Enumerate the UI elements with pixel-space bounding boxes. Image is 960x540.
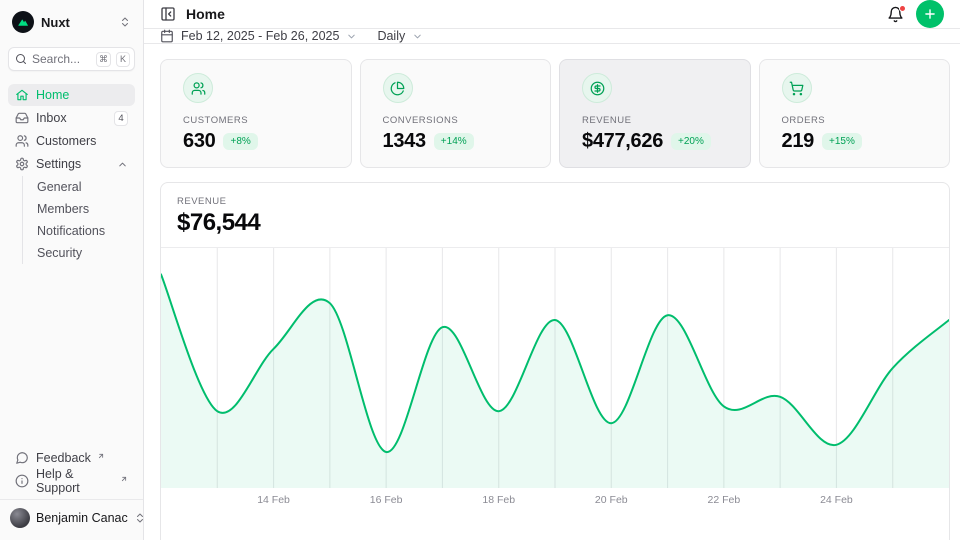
sidebar-item-label: Inbox [36,111,67,125]
date-range-label: Feb 12, 2025 - Feb 26, 2025 [181,29,339,43]
stat-card-conversions[interactable]: CONVERSIONS 1343 +14% [360,59,552,168]
stat-delta-badge: +15% [822,133,862,150]
stat-value-row: 1343 +14% [383,130,537,153]
search-input[interactable]: Search... ⌘ K [8,47,135,71]
x-axis-tick: 22 Feb [707,494,740,506]
x-axis-tick: 16 Feb [370,494,403,506]
interval-select[interactable]: Daily [377,29,423,43]
search-icon [15,53,27,65]
user-name: Benjamin Canac [36,511,128,525]
stat-delta-badge: +14% [434,133,474,150]
stat-label: REVENUE [582,115,736,126]
info-circle-icon [15,474,29,488]
sidebar-item-customers[interactable]: Customers [8,130,135,152]
stat-value: 1343 [383,130,426,153]
sidebar-subitem-security[interactable]: Security [37,242,135,264]
sidebar-subitem-notifications[interactable]: Notifications [37,220,135,242]
chevron-down-icon [346,31,357,42]
chart-title: REVENUE [177,196,933,207]
panel-left-close-icon[interactable] [160,6,176,22]
team-switcher[interactable]: Nuxt [8,8,135,36]
sidebar-nav: Home Inbox 4 Customers Settings GeneralMember… [8,84,135,264]
sidebar-item-settings[interactable]: Settings [8,153,135,175]
notification-dot [899,5,906,12]
filters-toolbar: Feb 12, 2025 - Feb 26, 2025 Daily [144,29,960,44]
chart-header: REVENUE $76,544 [161,183,949,248]
main-area: Home Feb 12, 2025 - Feb 26, 2025 [144,0,960,540]
settings-submenu: GeneralMembersNotificationsSecurity [22,176,135,264]
home-icon [15,88,29,102]
message-bubble-icon [15,451,29,465]
sidebar-item-label: Customers [36,134,96,148]
inbox-count-badge: 4 [114,111,128,126]
sidebar-item-label: Help & Support [36,467,114,495]
revenue-chart-panel: REVENUE $76,544 14 Feb 16 Feb 18 Feb 20 Feb… [160,182,950,540]
sidebar-footer: Feedback Help & Support [8,447,135,492]
stat-label: ORDERS [782,115,936,126]
arrow-up-right-icon [97,452,105,460]
avatar [10,508,30,528]
sidebar-subitem-members[interactable]: Members [37,198,135,220]
user-menu[interactable]: Benjamin Canac [0,499,143,532]
sidebar-item-label: Feedback [36,451,91,465]
interval-label: Daily [377,29,405,43]
app-root: Nuxt Search... ⌘ K Home Inbox 4 Customers Se… [0,0,960,540]
stat-value-row: 630 +8% [183,130,337,153]
arrow-up-right-icon [120,475,128,483]
sidebar-item-home[interactable]: Home [8,84,135,106]
stat-card-revenue[interactable]: REVENUE $477,626 +20% [559,59,751,168]
stat-label: CUSTOMERS [183,115,337,126]
stats-row: CUSTOMERS 630 +8% CONVERSIONS 1343 +14% REVENU… [160,59,950,168]
add-button[interactable] [916,0,944,28]
stat-delta-badge: +8% [223,133,257,150]
nuxt-logo-icon [12,11,34,33]
sidebar-item-feedback[interactable]: Feedback [8,447,135,469]
sidebar-item-label: Home [36,88,69,102]
topbar-actions [887,0,944,28]
kbd-k: K [116,52,130,67]
stat-card-customers[interactable]: CUSTOMERS 630 +8% [160,59,352,168]
x-axis-tick: 20 Feb [595,494,628,506]
pie-chart-icon [383,73,413,103]
stat-value: 219 [782,130,814,153]
chevrons-up-down-icon [119,16,131,28]
topbar: Home [144,0,960,29]
dashboard-content: CUSTOMERS 630 +8% CONVERSIONS 1343 +14% REVENU… [144,44,960,540]
sidebar-subitem-general[interactable]: General [37,176,135,198]
chevron-down-icon [412,31,423,42]
brand-name: Nuxt [41,15,70,30]
search-placeholder: Search... [32,52,91,66]
x-axis-tick: 18 Feb [482,494,515,506]
dollar-circle-icon [582,73,612,103]
revenue-area-chart[interactable] [161,248,949,488]
users-icon [15,134,29,148]
sidebar-item-label: Settings [36,157,81,171]
users-icon [183,73,213,103]
notifications-button[interactable] [887,6,904,23]
cart-icon [782,73,812,103]
sidebar-item-help-support[interactable]: Help & Support [8,470,135,492]
date-range-picker[interactable]: Feb 12, 2025 - Feb 26, 2025 [160,29,357,43]
sidebar: Nuxt Search... ⌘ K Home Inbox 4 Customers Se… [0,0,144,540]
stat-label: CONVERSIONS [383,115,537,126]
stat-card-orders[interactable]: ORDERS 219 +15% [759,59,951,168]
kbd-cmd: ⌘ [96,52,111,67]
stat-value-row: $477,626 +20% [582,130,736,153]
stat-value-row: 219 +15% [782,130,936,153]
calendar-icon [160,29,174,43]
x-axis-tick: 14 Feb [257,494,290,506]
chart-x-axis: 14 Feb 16 Feb 18 Feb 20 Feb 22 Feb 24 Feb [161,488,949,512]
x-axis-tick: 24 Feb [820,494,853,506]
stat-value: 630 [183,130,215,153]
stat-delta-badge: +20% [671,133,711,150]
gear-icon [15,157,29,171]
chart-current-total: $76,544 [177,209,933,237]
page-title: Home [186,6,225,22]
inbox-icon [15,111,29,125]
chevron-up-icon [117,159,128,170]
sidebar-spacer [8,264,135,447]
stat-value: $477,626 [582,130,663,153]
sidebar-item-inbox[interactable]: Inbox 4 [8,107,135,129]
